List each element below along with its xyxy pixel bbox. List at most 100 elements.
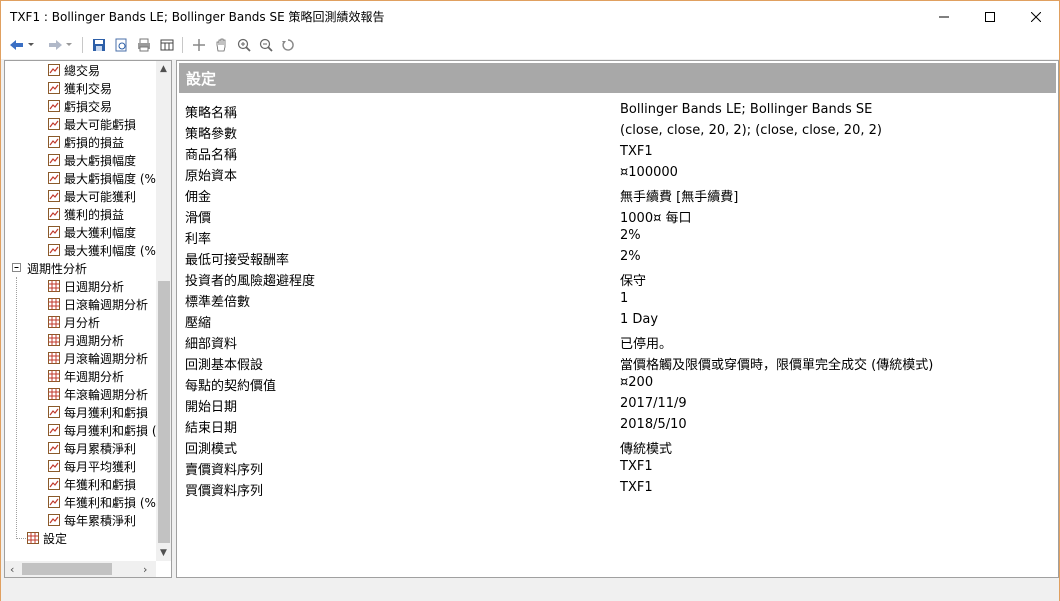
tree-item[interactable]: 總交易 [48, 61, 100, 79]
settings-value: 保守 [620, 274, 647, 289]
tree-item-label: 設定 [43, 531, 68, 546]
zoom-out-icon [259, 38, 273, 52]
grid-icon [48, 388, 60, 400]
tree-item[interactable]: 每月獲利和虧損 ( [48, 421, 157, 439]
scroll-right-arrow-icon[interactable]: › [143, 563, 147, 576]
settings-label: 滑價 [185, 211, 212, 226]
settings-label: 每點的契約價值 [185, 379, 277, 394]
grid-icon [48, 298, 60, 310]
settings-row: 原始資本 ¤100000 [177, 163, 1057, 184]
crosshair-button[interactable] [189, 36, 209, 54]
tree-item-label: 月週期分析 [64, 333, 125, 348]
settings-value: 2% [620, 228, 641, 243]
tree-item[interactable]: 每月累積淨利 [48, 439, 136, 457]
settings-value: 1 [620, 291, 629, 306]
save-button[interactable] [89, 36, 109, 54]
zoom-in-button[interactable] [234, 36, 254, 54]
tree-item[interactable]: 月週期分析 [48, 331, 124, 349]
forward-dropdown[interactable] [63, 36, 75, 54]
toolbar-separator [82, 37, 83, 53]
settings-row: 賣價資料序列 TXF1 [177, 457, 1057, 478]
tree-item[interactable]: 虧損交易 [48, 97, 112, 115]
zoom-out-button[interactable] [256, 36, 276, 54]
tree-vertical-scrollbar[interactable]: ▲ ▼ [156, 61, 171, 561]
tree-item[interactable]: 日滾輪週期分析 [48, 295, 148, 313]
tree-item[interactable]: 每月獲利和虧損 [48, 403, 148, 421]
tree-item[interactable]: 最大可能獲利 [48, 187, 136, 205]
settings-value: TXF1 [620, 480, 653, 495]
collapse-icon[interactable] [11, 262, 23, 274]
chart-icon [48, 154, 60, 166]
tree-item[interactable]: 日週期分析 [48, 277, 124, 295]
tree-item[interactable]: 每月平均獲利 [48, 457, 136, 475]
tree-item[interactable]: 獲利的損益 [48, 205, 124, 223]
tree-item[interactable]: 月分析 [48, 313, 100, 331]
settings-label: 策略名稱 [185, 106, 238, 121]
settings-row: 回測基本假設 當價格觸及限價或穿價時，限價單完全成交 (傳統模式) [177, 352, 1057, 373]
tree-item[interactable]: 年滾輪週期分析 [48, 385, 148, 403]
tree-vertical-scroll-thumb[interactable] [158, 281, 170, 543]
settings-row: 滑價 1000¤ 每口 [177, 205, 1057, 226]
settings-label: 商品名稱 [185, 148, 238, 163]
tree-item-label: 年滾輪週期分析 [64, 387, 149, 402]
tree-item-label: 總交易 [64, 63, 101, 78]
tree-item[interactable]: 每年累積淨利 [48, 511, 136, 529]
print-preview-icon [115, 38, 127, 52]
settings-value: 2018/5/10 [620, 417, 687, 432]
print-preview-button[interactable] [111, 36, 131, 54]
close-button[interactable] [1013, 1, 1059, 32]
scroll-up-arrow-icon[interactable]: ▲ [160, 64, 167, 74]
tree-item[interactable]: 最大虧損幅度 [48, 151, 136, 169]
back-button[interactable] [7, 36, 27, 54]
grid-icon [27, 532, 39, 544]
tree-horizontal-scrollbar[interactable]: ‹ › [5, 561, 156, 577]
section-header: 設定 [179, 63, 1056, 93]
tree-item[interactable]: 獲利交易 [48, 79, 112, 97]
tree-item[interactable]: 年獲利和虧損 [48, 475, 136, 493]
tree-item[interactable]: 最大虧損幅度 (% [48, 169, 156, 187]
reset-zoom-button[interactable] [278, 36, 298, 54]
save-icon [93, 39, 105, 51]
settings-value: 2017/11/9 [620, 396, 687, 411]
zoom-in-icon [237, 38, 251, 52]
settings-row: 利率 2% [177, 226, 1057, 247]
settings-row: 每點的契約價值 ¤200 [177, 373, 1057, 394]
tree-item[interactable]: 最大獲利幅度 (% [48, 241, 156, 259]
tree-group[interactable]: 週期性分析 [11, 259, 87, 277]
tree-item[interactable]: 虧損的損益 [48, 133, 124, 151]
tree-item[interactable]: 最大獲利幅度 [48, 223, 136, 241]
settings-label: 開始日期 [185, 400, 238, 415]
report-tree[interactable]: 總交易獲利交易 虧損交易 最大可能虧損 虧損的損益 最大虧損幅度 最大虧損幅度 (% 最大可… [4, 60, 172, 578]
settings-label: 策略參數 [185, 127, 238, 142]
hand-pan-button[interactable] [211, 36, 231, 54]
tree-item[interactable]: 最大可能虧損 [48, 115, 136, 133]
settings-label: 利率 [185, 232, 212, 247]
tree-item-label: 獲利交易 [64, 81, 113, 96]
settings-row: 策略參數 (close, close, 20, 2); (close, close… [177, 121, 1057, 142]
scroll-down-arrow-icon[interactable]: ▼ [160, 548, 167, 558]
tree-horizontal-scroll-thumb[interactable] [22, 563, 112, 575]
tree-item[interactable]: 年週期分析 [48, 367, 124, 385]
maximize-button[interactable] [967, 1, 1013, 32]
tree-item[interactable]: 年獲利和虧損 (% [48, 493, 156, 511]
settings-row: 壓縮 1 Day [177, 310, 1057, 331]
forward-button[interactable] [45, 36, 65, 54]
settings-label: 回測模式 [185, 442, 238, 457]
chart-icon [48, 100, 60, 112]
chart-icon [48, 424, 60, 436]
chart-icon [48, 226, 60, 238]
print-button[interactable] [134, 36, 154, 54]
grid-icon [48, 334, 60, 346]
tree-item-label: 月分析 [64, 315, 101, 330]
settings-row: 結束日期 2018/5/10 [177, 415, 1057, 436]
tree-item[interactable]: 設定 [27, 529, 67, 547]
back-dropdown[interactable] [25, 36, 37, 54]
table-view-button[interactable] [157, 36, 177, 54]
scroll-left-arrow-icon[interactable]: ‹ [10, 563, 14, 576]
settings-label: 買價資料序列 [185, 484, 264, 499]
settings-row: 投資者的風險趨避程度 保守 [177, 268, 1057, 289]
settings-value: 已停用。 [620, 337, 673, 352]
minimize-button[interactable] [921, 1, 967, 32]
tree-item-label: 獲利的損益 [64, 207, 125, 222]
tree-item[interactable]: 月滾輪週期分析 [48, 349, 148, 367]
